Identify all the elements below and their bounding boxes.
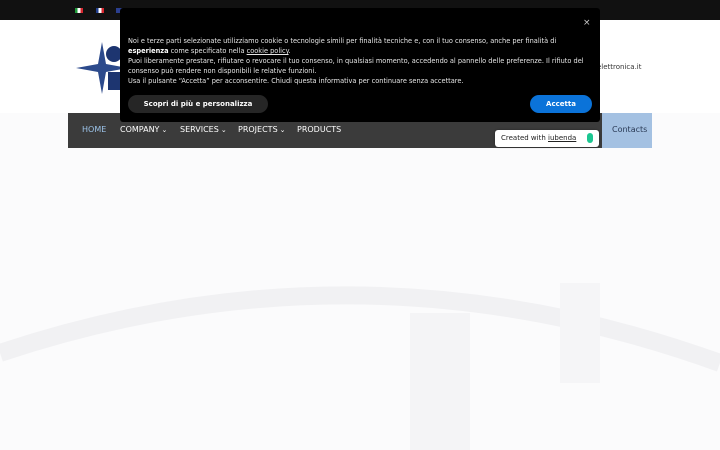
- italy-flag-icon[interactable]: [75, 8, 83, 13]
- nav-company[interactable]: COMPANY ⌄: [120, 125, 167, 134]
- cookie-text: Noi e terze parti selezionate utilizziam…: [128, 37, 584, 85]
- nav-services[interactable]: SERVICES ⌄: [180, 125, 227, 134]
- learn-more-button[interactable]: Scopri di più e personalizza: [128, 95, 268, 113]
- france-flag-icon[interactable]: [96, 8, 104, 13]
- contacts-button[interactable]: Contacts: [602, 113, 652, 148]
- hero-section: [0, 113, 720, 450]
- header-email[interactable]: elettronica.it: [597, 63, 642, 71]
- chevron-down-icon: ⌄: [161, 126, 168, 134]
- iubenda-badge[interactable]: Created with iubenda: [495, 130, 599, 147]
- cookie-policy-link[interactable]: cookie policy: [247, 47, 289, 55]
- iubenda-icon: [587, 133, 593, 143]
- nav-home[interactable]: HOME: [82, 125, 106, 134]
- accept-button[interactable]: Accetta: [530, 95, 592, 113]
- iubenda-text: Created with iubenda: [501, 134, 577, 142]
- nav-products[interactable]: PRODUCTS: [297, 125, 341, 134]
- close-icon[interactable]: ×: [583, 18, 591, 28]
- hero-background: [0, 113, 720, 450]
- chevron-down-icon: ⌄: [279, 126, 286, 134]
- contacts-label: Contacts: [612, 125, 648, 134]
- iubenda-link[interactable]: iubenda: [548, 134, 576, 142]
- nav-projects[interactable]: PROJECTS ⌄: [238, 125, 286, 134]
- cookie-banner: × Noi e terze parti selezionate utilizzi…: [120, 8, 600, 122]
- chevron-down-icon: ⌄: [220, 126, 227, 134]
